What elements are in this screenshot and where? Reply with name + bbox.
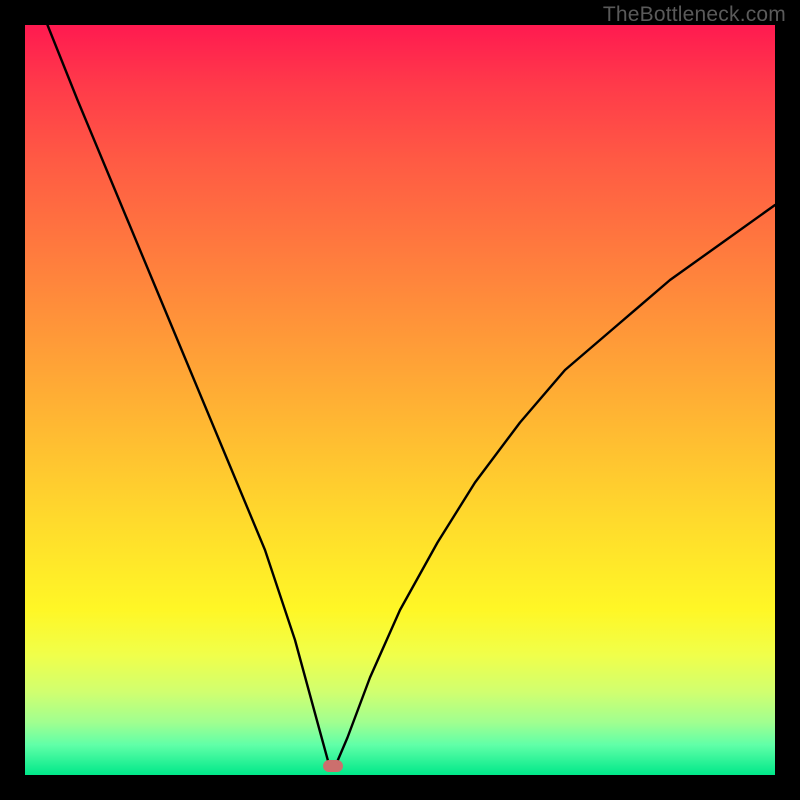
bottleneck-curve (25, 25, 775, 775)
watermark-text: TheBottleneck.com (603, 3, 786, 27)
chart-frame (25, 25, 775, 775)
minimum-marker (323, 760, 343, 772)
curve-path (48, 25, 776, 764)
